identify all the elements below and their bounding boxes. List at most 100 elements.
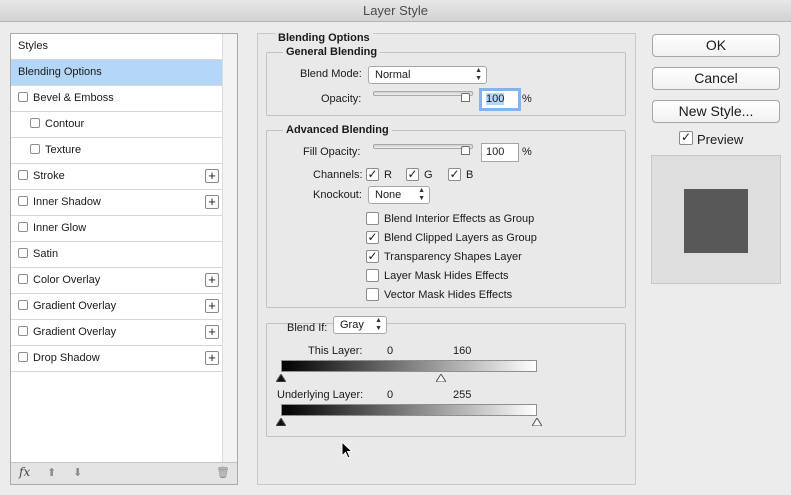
- channel-g-checkbox[interactable]: ✓: [406, 168, 419, 181]
- style-checkbox[interactable]: [30, 118, 40, 128]
- ok-button[interactable]: OK: [652, 34, 780, 57]
- preview-label: Preview: [697, 132, 744, 147]
- channel-g-label: G: [424, 169, 433, 181]
- preview-thumbnail: [651, 155, 781, 284]
- opacity-slider[interactable]: [373, 91, 473, 96]
- opacity-slider-thumb[interactable]: [461, 93, 470, 102]
- style-checkbox[interactable]: [30, 144, 40, 154]
- style-checkbox[interactable]: [18, 222, 28, 232]
- cancel-button[interactable]: Cancel: [652, 67, 780, 90]
- vector-mask-hides-checkbox[interactable]: [366, 288, 379, 301]
- style-checkbox[interactable]: [18, 170, 28, 180]
- channels-label: Channels:: [313, 169, 363, 181]
- style-item-contour[interactable]: Contour: [11, 112, 223, 138]
- underlying-low-value: 0: [387, 389, 394, 401]
- fill-opacity-input[interactable]: 100: [481, 143, 519, 162]
- channel-r-label: R: [384, 169, 392, 181]
- this-layer-low-value: 0: [387, 345, 394, 357]
- style-item-label: Color Overlay: [33, 274, 101, 286]
- styles-header[interactable]: Styles: [11, 34, 223, 60]
- add-inner-shadow-button[interactable]: +: [205, 195, 219, 209]
- new-style-button[interactable]: New Style...: [652, 100, 780, 123]
- window-titlebar: Layer Style: [0, 0, 791, 22]
- trash-icon[interactable]: 🗑: [216, 466, 230, 479]
- blend-mode-label: Blend Mode:: [300, 68, 362, 80]
- select-arrows-icon: ▲ ▼: [375, 317, 382, 332]
- style-item-label: Texture: [45, 144, 82, 156]
- style-checkbox[interactable]: [18, 352, 28, 362]
- preview-checkbox[interactable]: ✓: [679, 131, 693, 145]
- mouse-cursor-icon: [341, 441, 353, 459]
- add-drop-shadow-button[interactable]: +: [205, 351, 219, 365]
- knockout-select[interactable]: None ▲ ▼: [368, 186, 430, 204]
- styles-footer: fx ⬆ ⬇ 🗑: [11, 462, 237, 484]
- this-layer-high-value: 160: [453, 345, 472, 357]
- this-layer-black-slider-icon[interactable]: [276, 374, 286, 382]
- select-arrows-icon: ▲ ▼: [418, 187, 425, 202]
- underlying-layer-gradient[interactable]: [281, 404, 537, 416]
- blend-mode-select[interactable]: Normal ▲ ▼: [368, 66, 487, 84]
- fill-opacity-slider-thumb[interactable]: [461, 146, 470, 155]
- style-checkbox[interactable]: [18, 92, 28, 102]
- underlying-black-slider-icon[interactable]: [276, 418, 286, 426]
- style-item-label: Gradient Overlay: [33, 300, 117, 312]
- this-layer-white-slider-icon[interactable]: [436, 374, 446, 382]
- knockout-label: Knockout:: [313, 189, 362, 201]
- preview-swatch: [684, 189, 748, 253]
- fill-opacity-unit: %: [522, 146, 532, 158]
- general-blending-title: General Blending: [283, 46, 381, 58]
- channel-b-checkbox[interactable]: ✓: [448, 168, 461, 181]
- blending-options-panel: Blending Options General Blending Blend …: [257, 32, 636, 485]
- style-item-stroke[interactable]: Stroke +: [11, 164, 223, 190]
- add-color-overlay-button[interactable]: +: [205, 273, 219, 287]
- advanced-blending-title: Advanced Blending: [283, 124, 392, 136]
- blend-if-group: Blend If: Gray ▲ ▼ This Layer: 0 160 Unde…: [266, 316, 626, 437]
- styles-rows: Styles Blending Options Bevel & Emboss C…: [11, 34, 223, 372]
- panel-title: Blending Options: [275, 32, 373, 44]
- style-checkbox[interactable]: [18, 300, 28, 310]
- style-item-color-overlay[interactable]: Color Overlay +: [11, 268, 223, 294]
- style-item-inner-glow[interactable]: Inner Glow: [11, 216, 223, 242]
- transparency-shapes-checkbox[interactable]: ✓: [366, 250, 379, 263]
- opacity-unit: %: [522, 93, 532, 105]
- opacity-label: Opacity:: [321, 93, 362, 105]
- style-checkbox[interactable]: [18, 274, 28, 284]
- style-item-bevel-emboss[interactable]: Bevel & Emboss: [11, 86, 223, 112]
- fx-icon[interactable]: fx: [19, 465, 30, 479]
- style-checkbox[interactable]: [18, 196, 28, 206]
- add-stroke-button[interactable]: +: [205, 169, 219, 183]
- opacity-input[interactable]: 100: [479, 88, 521, 111]
- blend-interior-effects-checkbox[interactable]: [366, 212, 379, 225]
- fill-opacity-label: Fill Opacity:: [303, 146, 361, 158]
- add-gradient-overlay-button[interactable]: +: [205, 325, 219, 339]
- style-item-inner-shadow[interactable]: Inner Shadow +: [11, 190, 223, 216]
- style-item-texture[interactable]: Texture: [11, 138, 223, 164]
- style-item-gradient-overlay[interactable]: Gradient Overlay +: [11, 294, 223, 320]
- style-item-satin[interactable]: Satin: [11, 242, 223, 268]
- add-gradient-overlay-button[interactable]: +: [205, 299, 219, 313]
- move-down-icon[interactable]: ⬇: [73, 466, 82, 479]
- style-item-label: Stroke: [33, 170, 65, 182]
- blend-interior-effects-label: Blend Interior Effects as Group: [384, 213, 535, 225]
- style-item-label: Inner Glow: [33, 222, 87, 234]
- advanced-blending-group: Advanced Blending Fill Opacity: 100 % Ch…: [266, 124, 626, 308]
- fill-opacity-slider[interactable]: [373, 144, 473, 149]
- style-item-blending-options[interactable]: Blending Options: [11, 60, 223, 86]
- style-checkbox[interactable]: [18, 248, 28, 258]
- style-item-drop-shadow[interactable]: Drop Shadow +: [11, 346, 223, 372]
- underlying-white-slider-icon[interactable]: [532, 418, 542, 426]
- blend-if-select[interactable]: Gray ▲ ▼: [333, 316, 387, 334]
- style-checkbox[interactable]: [18, 326, 28, 336]
- channel-r-checkbox[interactable]: ✓: [366, 168, 379, 181]
- general-blending-group: General Blending Blend Mode: Normal ▲ ▼ O…: [266, 46, 626, 116]
- layer-mask-hides-checkbox[interactable]: [366, 269, 379, 282]
- style-item-label: Bevel & Emboss: [33, 92, 114, 104]
- styles-list: Styles Blending Options Bevel & Emboss C…: [10, 33, 238, 485]
- styles-scrollbar[interactable]: [222, 34, 237, 464]
- this-layer-gradient[interactable]: [281, 360, 537, 372]
- move-up-icon[interactable]: ⬆: [47, 466, 56, 479]
- blend-clipped-layers-checkbox[interactable]: ✓: [366, 231, 379, 244]
- style-item-label: Blending Options: [18, 66, 102, 78]
- underlying-high-value: 255: [453, 389, 472, 401]
- style-item-gradient-overlay-2[interactable]: Gradient Overlay +: [11, 320, 223, 346]
